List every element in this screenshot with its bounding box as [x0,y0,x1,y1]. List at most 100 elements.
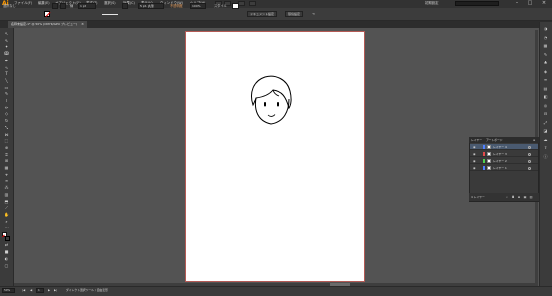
color-mode-icon[interactable]: ■ [2,249,11,254]
align-panel-icon[interactable]: ⊟ [542,111,549,116]
curvature-tool-icon[interactable]: ∿ [2,65,11,70]
stroke-weight-field[interactable]: 1 pt [78,3,96,9]
free-transform-tool-icon[interactable]: ⬚ [2,138,11,143]
maximize-icon[interactable]: □ [525,0,535,7]
zoom-field[interactable]: 50% [2,288,15,293]
gradient-tool-icon[interactable]: ▦ [2,165,11,170]
symbol-sprayer-tool-icon[interactable]: ⁂ [2,185,11,190]
new-layer-icon[interactable]: ▣ [523,195,527,199]
graphic-style-swatch[interactable] [232,3,239,9]
opacity-label[interactable]: 不透明度 [170,3,183,9]
stroke-label[interactable]: 線 [70,3,73,9]
status-tool-hint[interactable]: ダイレクト選択ツール / 自由変形 [66,288,108,293]
visibility-eye-icon[interactable]: ◉ [473,165,477,171]
properties-panel-icon[interactable]: ⓘ [542,154,549,159]
asset-export-icon[interactable]: ⇪ [542,145,549,150]
delete-layer-icon[interactable]: ▥ [529,195,533,199]
search-input[interactable] [455,1,499,6]
selection-tool-icon[interactable]: ↖ [2,31,11,36]
eyedropper-tool-icon[interactable]: ⌖ [2,172,11,177]
next-artboard-icon[interactable]: ▶ [48,288,50,293]
symbols-icon[interactable]: ♣ [542,60,549,65]
brushes-icon[interactable]: ✎ [542,52,549,57]
color-guide-icon[interactable]: ◔ [542,35,549,40]
direct-selection-tool-icon[interactable]: ⇖ [2,38,11,43]
layer-name[interactable]: レイヤー 1 [493,165,507,171]
layer-name[interactable]: レイヤー 3 [493,151,507,157]
visibility-eye-icon[interactable]: ◉ [473,144,477,150]
new-sublayer-icon[interactable]: ⊞ [517,195,521,199]
pencil-tool-icon[interactable]: ✏ [2,105,11,110]
width-tool-icon[interactable]: ⋈ [2,132,11,137]
layer-name[interactable]: レイヤー 2 [493,158,507,164]
slice-tool-icon[interactable]: ⟋ [2,205,11,210]
paintbrush-tool-icon[interactable]: ✎ [2,91,11,96]
face-drawing[interactable] [249,75,293,127]
stroke-swatch[interactable] [60,3,66,9]
document-tab[interactable]: 名称未設定-1* @ 50% (CMYK/GPU プレビュー) × [8,21,87,28]
menu-edit[interactable]: 編集(E) [38,1,50,6]
color-panel-icon[interactable]: ◑ [542,26,549,31]
shaper-tool-icon[interactable]: ⌇ [2,98,11,103]
gradient-panel-icon[interactable]: ▤ [542,86,549,91]
fill-dropdown[interactable] [52,3,58,9]
perspective-grid-tool-icon[interactable]: ⌗ [2,152,11,157]
lasso-tool-icon[interactable]: ↂ [2,51,11,56]
menu-object[interactable]: オブジェクト(O) [55,1,81,6]
document-setup-button[interactable]: ドキュメント設定 [247,11,278,17]
artboard-number-field[interactable]: 1 [36,288,44,293]
arrange-icon[interactable]: ⇥ [312,11,315,17]
layer-target-icon[interactable] [528,145,531,149]
eraser-tool-icon[interactable]: ◇ [2,111,11,116]
pathfinder-panel-icon[interactable]: ◪ [542,128,549,133]
draw-mode-icon[interactable]: ◐ [2,256,11,261]
rectangle-tool-icon[interactable]: ▭ [2,85,11,90]
opacity-field[interactable]: 100% [190,3,206,9]
make-clipping-mask-icon[interactable]: ◘ [511,195,515,199]
scale-tool-icon[interactable]: ⤡ [2,125,11,130]
screen-mode-icon[interactable]: ▢ [2,263,11,268]
locate-object-icon[interactable]: ⌕ [505,195,509,199]
tab-layers[interactable]: レイヤー [471,137,482,143]
zoom-tool-icon[interactable]: ⌕ [2,219,11,224]
layer-name[interactable]: レイヤー 4 [493,144,507,150]
stroke-panel-icon[interactable]: ≡ [542,77,549,82]
previous-artboard-icon[interactable]: ◀ [30,288,32,293]
arrange-documents-button[interactable] [238,1,245,6]
artboard-tool-icon[interactable]: ⬒ [2,199,11,204]
last-artboard-icon[interactable]: ▶| [54,288,57,293]
visibility-eye-icon[interactable]: ◉ [473,151,477,157]
first-artboard-icon[interactable]: |◀ [22,288,25,293]
layer-target-icon[interactable] [528,159,531,163]
swap-fill-stroke-icon[interactable]: ⇄ [2,242,11,247]
menu-file[interactable]: ファイル(F) [14,1,32,6]
brush-definition-field[interactable]: 5 pt. 丸筆 [138,3,164,9]
stroke-profile-dropdown[interactable] [122,3,128,9]
transparency-panel-icon[interactable]: ◧ [542,94,549,99]
blend-tool-icon[interactable]: ∞ [2,178,11,183]
minimize-icon[interactable]: – [512,0,522,7]
close-icon[interactable]: × [539,0,549,7]
libraries-panel-icon[interactable]: ☁ [542,137,549,142]
hand-tool-icon[interactable]: ✋ [2,212,11,217]
fill-swatch[interactable] [44,11,50,17]
menu-select[interactable]: 選択(S) [104,1,116,6]
rotate-tool-icon[interactable]: ↻ [2,118,11,123]
edit-toolbar-icon[interactable]: ⋯ [2,225,11,230]
panel-menu-icon[interactable]: ≡ [533,137,535,143]
tab-artboards[interactable]: アートボード [486,137,503,143]
mesh-tool-icon[interactable]: ⊞ [2,158,11,163]
shape-builder-tool-icon[interactable]: ⊕ [2,145,11,150]
magic-wand-tool-icon[interactable]: ✦ [2,44,11,49]
preferences-button[interactable]: 環境設定 [285,11,304,17]
graphic-styles-icon[interactable]: ◈ [542,69,549,74]
appearance-panel-icon[interactable]: ◎ [542,103,549,108]
visibility-eye-icon[interactable]: ◉ [473,158,477,164]
type-tool-icon[interactable]: T [2,71,11,76]
layer-target-icon[interactable] [528,152,531,156]
transform-panel-icon[interactable]: ⤢ [542,120,549,125]
stroke-profile-preview[interactable] [102,13,118,15]
workspace-switcher[interactable]: 初期設定 [425,1,439,6]
gpu-performance-button[interactable] [249,1,256,6]
swatches-icon[interactable]: ▦ [542,43,549,48]
